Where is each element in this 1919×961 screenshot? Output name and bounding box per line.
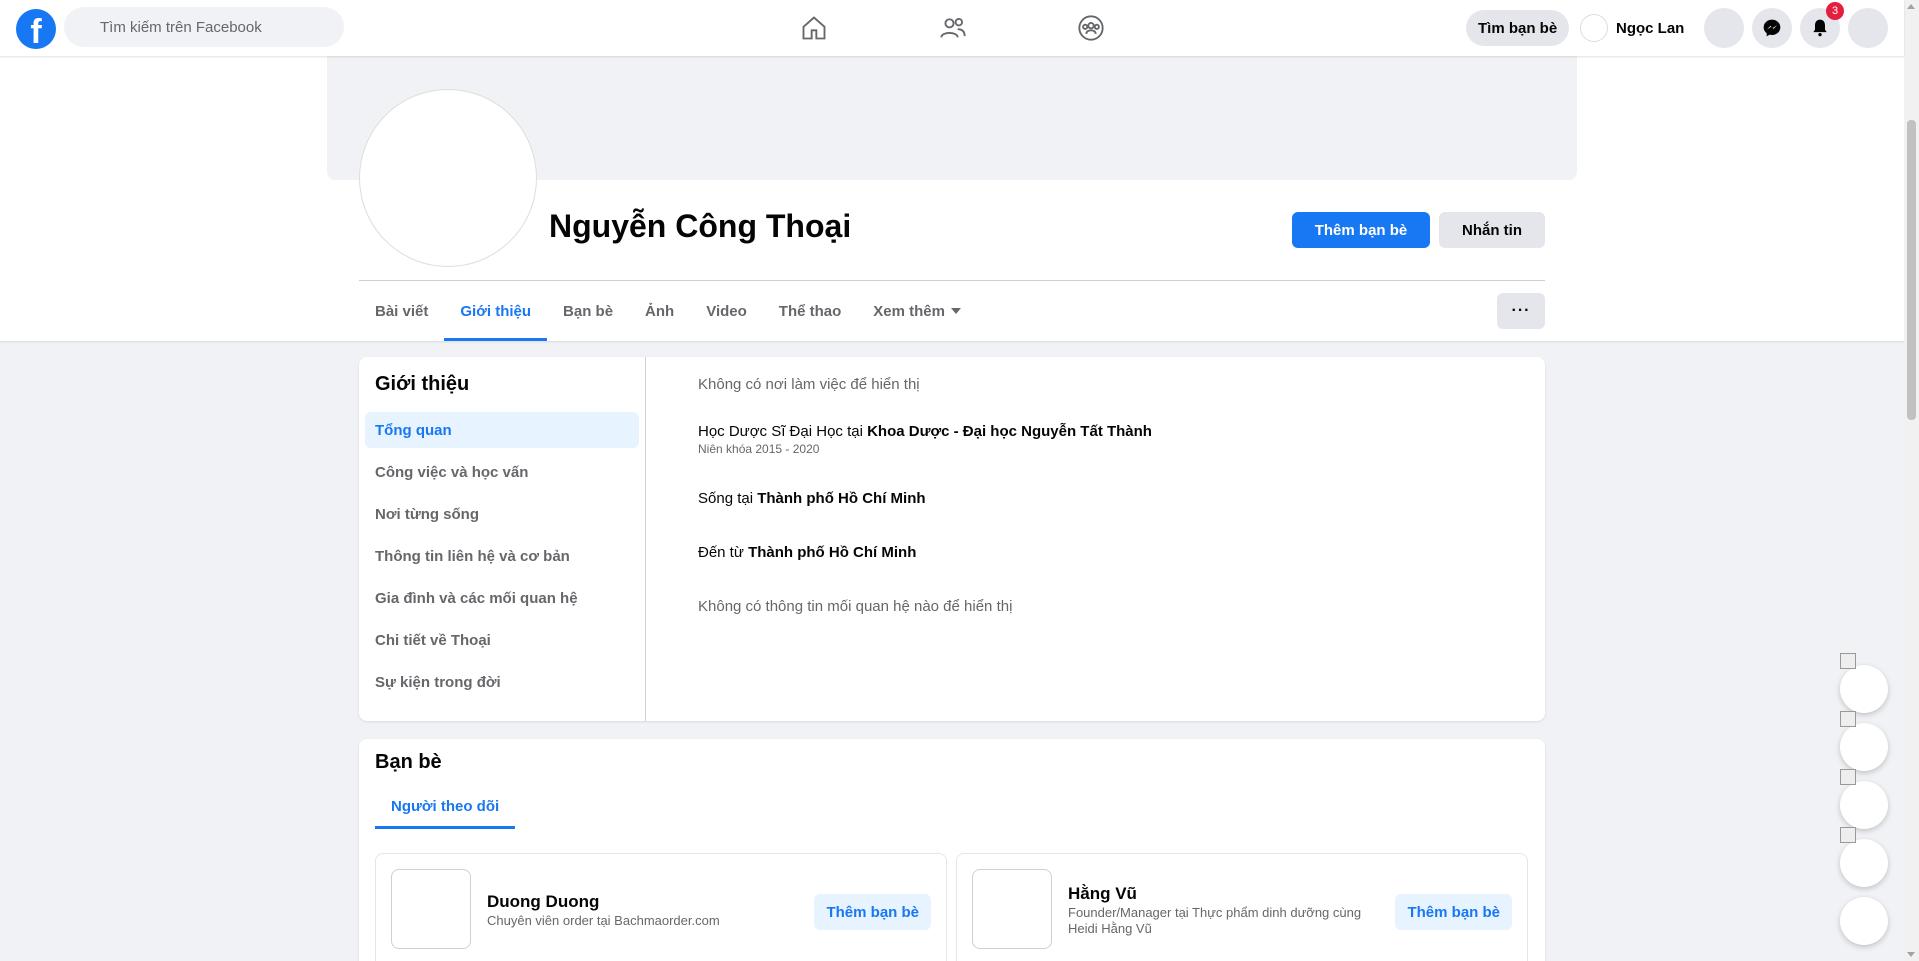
friend-card: Hằng Vũ Founder/Manager tại Thực phẩm di… [956,853,1528,961]
about-nav-work-education[interactable]: Công việc và học vấn [365,454,639,490]
top-navigation-bar: f Tìm kiếm trên Facebook Tìm bạn bè Ngọc… [0,0,1904,56]
friends-icon[interactable] [933,10,973,46]
notification-badge: 3 [1826,2,1844,20]
notifications-icon[interactable]: 3 [1800,2,1844,48]
about-nav-places[interactable]: Nơi từng sống [365,496,639,532]
chat-contact-bubble[interactable] [1840,653,1888,713]
tab-sports[interactable]: Thể thao [763,281,858,341]
profile-tabs: Bài viết Giới thiệu Bạn bè Ảnh Video Thể… [359,281,977,341]
lives-prefix: Sống tại [698,490,758,507]
profile-avatar[interactable] [360,90,536,266]
facebook-logo-icon[interactable]: f [16,9,56,49]
scrollbar-thumb[interactable] [1907,120,1916,420]
tab-friends[interactable]: Bạn bè [547,281,629,341]
broken-image-icon [1840,653,1856,669]
education-row: Học Dược Sĩ Đại Học tại Khoa Dược - Đại … [698,423,1152,456]
education-years: Niên khóa 2015 - 2020 [698,442,820,456]
tab-photos[interactable]: Ảnh [629,281,690,341]
lives-place-link[interactable]: Thành phố Hồ Chí Minh [757,490,925,507]
search-input[interactable]: Tìm kiếm trên Facebook [64,7,344,47]
message-button[interactable]: Nhắn tin [1439,212,1545,248]
about-sidebar: Giới thiệu Tổng quan Công việc và học vấ… [359,357,646,721]
lives-in-row: Sống tại Thành phố Hồ Chí Minh [698,490,926,507]
friend-description: Founder/Manager tại Thực phẩm dinh dưỡng… [1068,905,1362,936]
profile-header: Nguyễn Công Thoại Thêm bạn bè Nhắn tin B… [0,56,1904,341]
add-friend-button[interactable]: Thêm bạn bè [1292,212,1430,248]
scroll-down-arrow-icon[interactable] [1907,952,1915,957]
user-name: Ngọc Lan [1616,19,1685,37]
friends-title: Bạn bè [375,751,442,773]
friend-photo[interactable] [972,869,1052,949]
account-menu-button[interactable] [1848,8,1888,48]
user-profile-shortcut[interactable]: Ngọc Lan [1580,12,1684,44]
education-prefix: Học Dược Sĩ Đại Học tại [698,423,868,440]
profile-name: Nguyễn Công Thoại [549,208,852,244]
search-placeholder: Tìm kiếm trên Facebook [100,18,262,36]
friend-name[interactable]: Duong Duong [487,892,599,912]
tab-see-more[interactable]: Xem thêm [857,281,977,341]
friend-description: Chuyên viên order tại Bachmaorder.com [487,913,720,928]
caret-down-icon [951,308,961,314]
groups-icon[interactable] [1071,10,1111,46]
friend-card: Duong Duong Chuyên viên order tại Bachma… [375,853,947,961]
chat-contact-bubble[interactable] [1840,711,1888,771]
more-options-button[interactable]: ··· [1497,293,1545,329]
broken-image-icon [1840,827,1856,843]
tab-about[interactable]: Giới thiệu [444,281,547,341]
from-place-link[interactable]: Thành phố Hồ Chí Minh [748,544,916,561]
add-friend-button[interactable]: Thêm bạn bè [1395,894,1512,930]
friends-card: Bạn bè Người theo dõi Duong Duong Chuyên… [359,739,1545,961]
friend-name[interactable]: Hằng Vũ [1068,884,1137,904]
add-friend-button[interactable]: Thêm bạn bè [814,894,931,930]
scroll-up-arrow-icon[interactable] [1907,4,1915,9]
about-nav: Tổng quan Công việc và học vấn Nơi từng … [365,412,639,706]
about-title: Giới thiệu [375,373,470,395]
about-nav-details[interactable]: Chi tiết về Thoại [365,622,639,658]
broken-image-icon [1840,711,1856,727]
avatar [1580,14,1608,42]
from-row: Đến từ Thành phố Hồ Chí Minh [698,544,916,561]
scrollbar[interactable] [1904,0,1919,961]
menu-button[interactable] [1704,8,1744,48]
tab-see-more-label: Xem thêm [873,302,945,320]
about-nav-contact[interactable]: Thông tin liên hệ và cơ bản [365,538,639,574]
tab-followers[interactable]: Người theo dõi [375,783,516,829]
about-nav-family[interactable]: Gia đình và các mối quan hệ [365,580,639,616]
no-relationship-text: Không có thông tin mối quan hệ nào để hi… [698,598,1013,615]
from-prefix: Đến từ [698,544,749,561]
new-message-button[interactable] [1840,897,1888,945]
tab-posts[interactable]: Bài viết [359,281,444,341]
home-icon[interactable] [794,10,834,46]
find-friends-button[interactable]: Tìm bạn bè [1466,10,1570,46]
chat-contact-bubble[interactable] [1840,769,1888,829]
chat-contact-bubble[interactable] [1840,827,1888,887]
about-nav-overview[interactable]: Tổng quan [365,412,639,448]
about-nav-life-events[interactable]: Sự kiện trong đời [365,664,639,700]
education-school-link[interactable]: Khoa Dược - Đại học Nguyễn Tất Thành [867,423,1152,440]
no-work-text: Không có nơi làm việc để hiển thị [698,376,920,393]
messenger-icon[interactable] [1752,8,1792,48]
friend-photo[interactable] [391,869,471,949]
tab-video[interactable]: Video [690,281,763,341]
broken-image-icon [1840,769,1856,785]
about-card: Giới thiệu Tổng quan Công việc và học vấ… [359,357,1545,721]
